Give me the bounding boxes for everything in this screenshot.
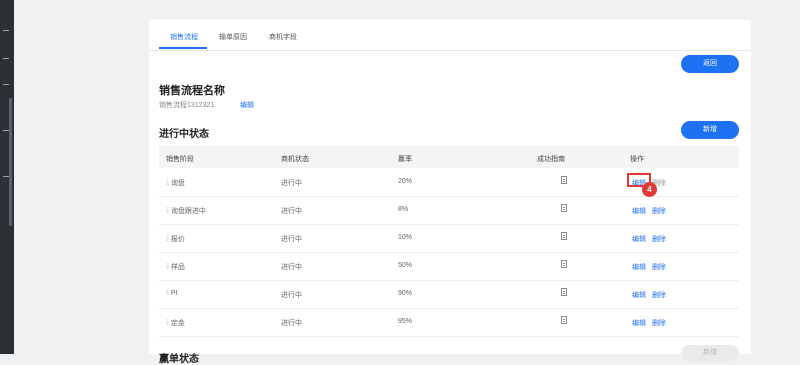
column-header-actions: 操作 bbox=[630, 156, 644, 163]
step-badge: 4 bbox=[642, 182, 657, 197]
delete-link[interactable]: 删除 bbox=[652, 262, 666, 272]
column-header-status: 商机状态 bbox=[281, 156, 309, 163]
tab-opportunity-fields[interactable]: 商机字段 bbox=[269, 32, 297, 42]
delete-link[interactable]: 删除 bbox=[652, 318, 666, 328]
win-section-title: 赢单状态 bbox=[159, 354, 199, 365]
column-header-rate: 赢率 bbox=[398, 156, 412, 163]
return-button[interactable]: 返回 bbox=[681, 55, 739, 73]
process-title: 销售流程名称 bbox=[159, 85, 225, 97]
rate-cell: 95% bbox=[398, 318, 413, 325]
drag-handle-icon[interactable]: ⁞⁞ bbox=[166, 236, 169, 243]
rate-cell: 90% bbox=[398, 290, 413, 297]
active-tab-indicator bbox=[159, 47, 207, 49]
stage-cell[interactable]: ⁞⁞ PI bbox=[166, 290, 178, 297]
stage-cell[interactable]: ⁞⁞ 定金 bbox=[166, 318, 185, 328]
table-row: ⁞⁞ 定金 进行中 95% 编辑 删除 bbox=[159, 308, 739, 337]
document-icon[interactable] bbox=[561, 288, 567, 296]
drag-handle-icon[interactable]: ⁞⁞ bbox=[166, 320, 169, 327]
status-cell: 进行中 bbox=[281, 320, 302, 327]
rate-cell: 10% bbox=[398, 234, 413, 241]
process-name: 销售流程1312321 bbox=[159, 102, 215, 109]
document-icon[interactable] bbox=[561, 232, 567, 240]
drag-handle-icon[interactable]: ⁞⁞ bbox=[166, 180, 169, 187]
add-stage-button[interactable]: 新增 bbox=[681, 121, 739, 139]
edit-link[interactable]: 编辑 bbox=[632, 262, 646, 272]
stage-cell[interactable]: ⁞⁞ 样品 bbox=[166, 262, 185, 272]
status-cell: 进行中 bbox=[281, 180, 302, 187]
edit-process-link[interactable]: 编辑 bbox=[240, 100, 254, 110]
delete-link[interactable]: 删除 bbox=[652, 234, 666, 244]
edit-link[interactable]: 编辑 bbox=[632, 318, 646, 328]
table-row: ⁞⁞ 样品 进行中 50% 编辑 删除 bbox=[159, 252, 739, 281]
table-row: ⁞⁞ PI 进行中 90% 编辑 删除 bbox=[159, 280, 739, 309]
delete-link[interactable]: 删除 bbox=[652, 206, 666, 216]
stage-cell[interactable]: ⁞⁞ 询盘跟进中 bbox=[166, 206, 206, 216]
status-cell: 进行中 bbox=[281, 236, 302, 243]
column-header-stage: 销售阶段 bbox=[166, 156, 194, 163]
table-row: ⁞⁞ 报价 进行中 10% 编辑 删除 bbox=[159, 224, 739, 253]
status-cell: 进行中 bbox=[281, 292, 302, 299]
left-rail bbox=[0, 0, 14, 354]
document-icon[interactable] bbox=[561, 176, 567, 184]
drag-handle-icon[interactable]: ⁞⁞ bbox=[166, 264, 169, 271]
drag-handle-icon[interactable]: ⁞⁞ bbox=[166, 208, 169, 215]
tab-bar: 销售流程 输单原因 商机字段 bbox=[149, 20, 751, 51]
table-row: ⁞⁞ 询盘 进行中 20% 编辑 删除 4 bbox=[159, 168, 739, 197]
tab-loss-reasons[interactable]: 输单原因 bbox=[219, 32, 247, 42]
stage-cell[interactable]: ⁞⁞ 询盘 bbox=[166, 178, 185, 188]
document-icon[interactable] bbox=[561, 260, 567, 268]
rate-cell: 50% bbox=[398, 262, 413, 269]
table-row: ⁞⁞ 询盘跟进中 进行中 8% 编辑 删除 bbox=[159, 196, 739, 225]
rail-marker bbox=[3, 58, 9, 59]
add-win-stage-button[interactable]: 新增 bbox=[681, 345, 739, 361]
delete-link[interactable]: 删除 bbox=[652, 290, 666, 300]
document-icon[interactable] bbox=[561, 204, 567, 212]
edit-link[interactable]: 编辑 bbox=[632, 290, 646, 300]
status-cell: 进行中 bbox=[281, 208, 302, 215]
rate-cell: 8% bbox=[398, 206, 409, 213]
tab-sales-process[interactable]: 销售流程 bbox=[170, 32, 198, 42]
settings-card: 销售流程 输单原因 商机字段 返回 销售流程名称 销售流程1312321 编辑 … bbox=[149, 20, 751, 365]
rail-marker bbox=[3, 30, 9, 31]
edit-link[interactable]: 编辑 bbox=[632, 234, 646, 244]
rate-cell: 20% bbox=[398, 178, 413, 185]
table-header: 销售阶段 商机状态 赢率 成功指南 操作 bbox=[159, 146, 739, 168]
column-header-guide: 成功指南 bbox=[537, 156, 565, 163]
stage-cell[interactable]: ⁞⁞ 报价 bbox=[166, 234, 185, 244]
rail-marker bbox=[3, 84, 9, 85]
document-icon[interactable] bbox=[561, 316, 567, 324]
in-progress-section-title: 进行中状态 bbox=[159, 129, 209, 140]
drag-handle-icon[interactable]: ⁞⁞ bbox=[166, 290, 169, 297]
status-cell: 进行中 bbox=[281, 264, 302, 271]
edit-link[interactable]: 编辑 bbox=[632, 206, 646, 216]
rail-scrollbar[interactable] bbox=[9, 98, 12, 226]
